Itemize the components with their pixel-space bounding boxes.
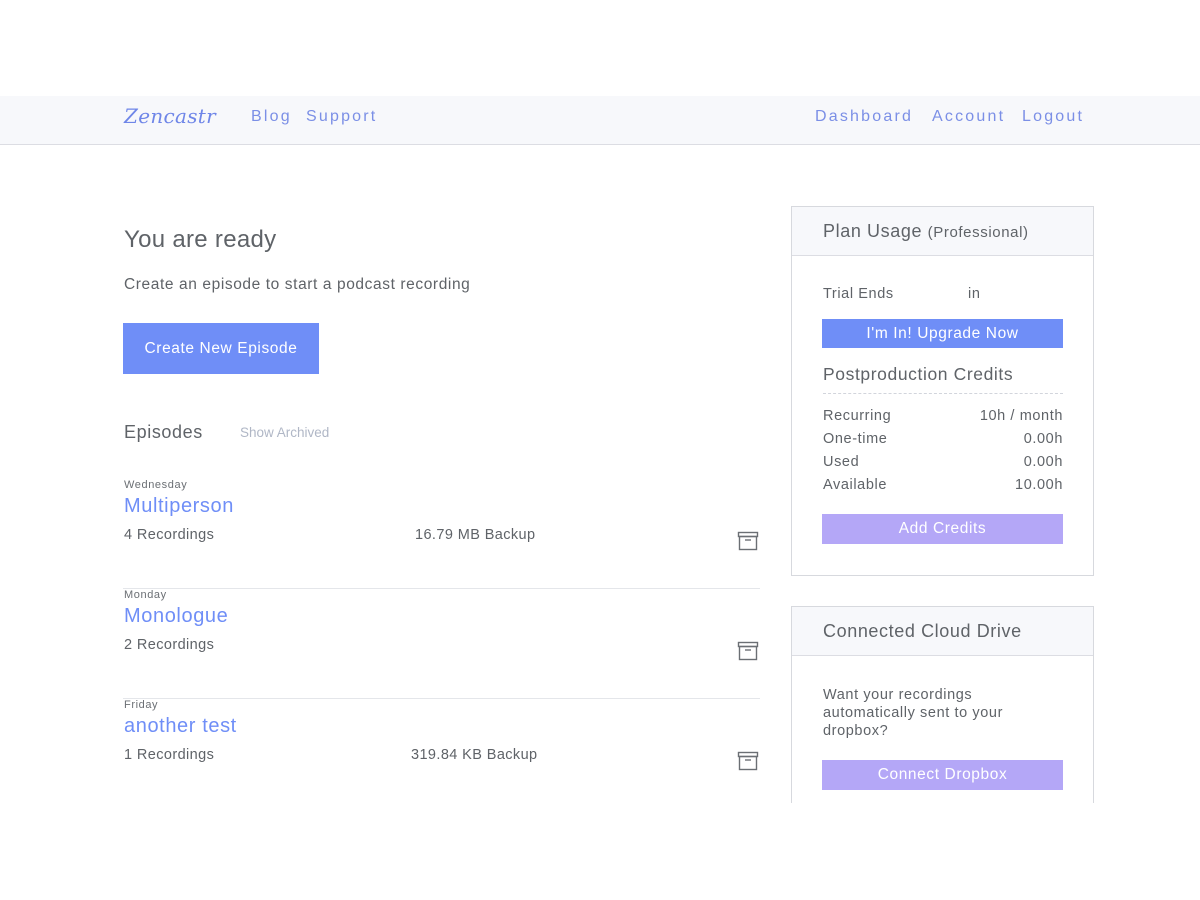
nav-link-logout[interactable]: Logout [1022, 108, 1084, 126]
cloud-drive-card: Connected Cloud Drive Want your recordin… [791, 606, 1094, 803]
plan-usage-header: Plan Usage (Professional) [792, 207, 1093, 256]
plan-usage-card: Plan Usage (Professional) Trial Ends in … [791, 206, 1094, 576]
nav-link-support[interactable]: Support [306, 108, 377, 126]
credit-label: One-time [823, 431, 888, 447]
credit-row-recurring: Recurring 10h / month [823, 408, 1063, 424]
app-frame: Zencastr Blog Support Dashboard Account … [0, 96, 1200, 803]
trial-ends-label: Trial Ends [823, 286, 894, 302]
credit-label: Available [823, 477, 887, 493]
nav-link-account[interactable]: Account [932, 108, 1005, 126]
trial-ends-value: in [968, 286, 981, 302]
episode-item: Monday Monologue 2 Recordings [123, 589, 760, 699]
upgrade-button[interactable]: I'm In! Upgrade Now [822, 319, 1063, 348]
episode-title-link[interactable]: another test [124, 715, 237, 738]
episode-day: Monday [124, 589, 167, 601]
archive-icon[interactable] [737, 641, 759, 661]
page-title: You are ready [124, 226, 277, 253]
episode-item: Wednesday Multiperson 4 Recordings 16.79… [123, 479, 760, 589]
cloud-drive-title: Connected Cloud Drive [792, 607, 1093, 656]
archive-icon[interactable] [737, 531, 759, 551]
episode-backup-link[interactable]: 16.79 MB Backup [415, 527, 535, 543]
episodes-heading: Episodes [124, 422, 203, 442]
top-nav: Zencastr Blog Support Dashboard Account … [0, 96, 1200, 145]
episode-recordings-count: 4 Recordings [124, 527, 215, 543]
episode-item: Friday another test 1 Recordings 319.84 … [123, 699, 760, 803]
episode-day: Wednesday [124, 479, 188, 491]
credit-value: 0.00h [1023, 431, 1063, 447]
logo[interactable]: Zencastr [124, 104, 216, 128]
plan-usage-title: Plan Usage [823, 221, 923, 241]
credit-value: 10h / month [979, 408, 1063, 424]
credit-row-available: Available 10.00h [823, 477, 1063, 493]
episode-recordings-count: 2 Recordings [124, 637, 215, 653]
show-archived-link[interactable]: Show Archived [240, 425, 329, 440]
credits-heading: Postproduction Credits [823, 364, 1063, 394]
episode-title-link[interactable]: Multiperson [124, 495, 234, 518]
add-credits-button[interactable]: Add Credits [822, 514, 1063, 544]
plan-name: (Professional) [927, 224, 1029, 241]
episode-title-link[interactable]: Monologue [124, 605, 228, 628]
credit-value: 0.00h [1023, 454, 1063, 470]
credit-row-one-time: One-time 0.00h [823, 431, 1063, 447]
create-episode-button[interactable]: Create New Episode [123, 323, 319, 374]
cloud-drive-text: Want your recordings automatically sent … [823, 687, 1004, 739]
archive-icon[interactable] [737, 751, 759, 771]
episode-backup-link[interactable]: 319.84 KB Backup [411, 747, 538, 763]
page-subtitle: Create an episode to start a podcast rec… [124, 276, 471, 293]
credit-label: Recurring [823, 408, 892, 424]
episode-recordings-count: 1 Recordings [124, 747, 215, 763]
trial-ends-row: Trial Ends in [823, 286, 1063, 302]
nav-link-blog[interactable]: Blog [251, 108, 292, 126]
credit-row-used: Used 0.00h [823, 454, 1063, 470]
credit-value: 10.00h [1015, 477, 1063, 493]
credit-label: Used [823, 454, 860, 470]
episode-day: Friday [124, 699, 159, 711]
nav-link-dashboard[interactable]: Dashboard [815, 108, 913, 126]
connect-dropbox-button[interactable]: Connect Dropbox [822, 760, 1063, 790]
